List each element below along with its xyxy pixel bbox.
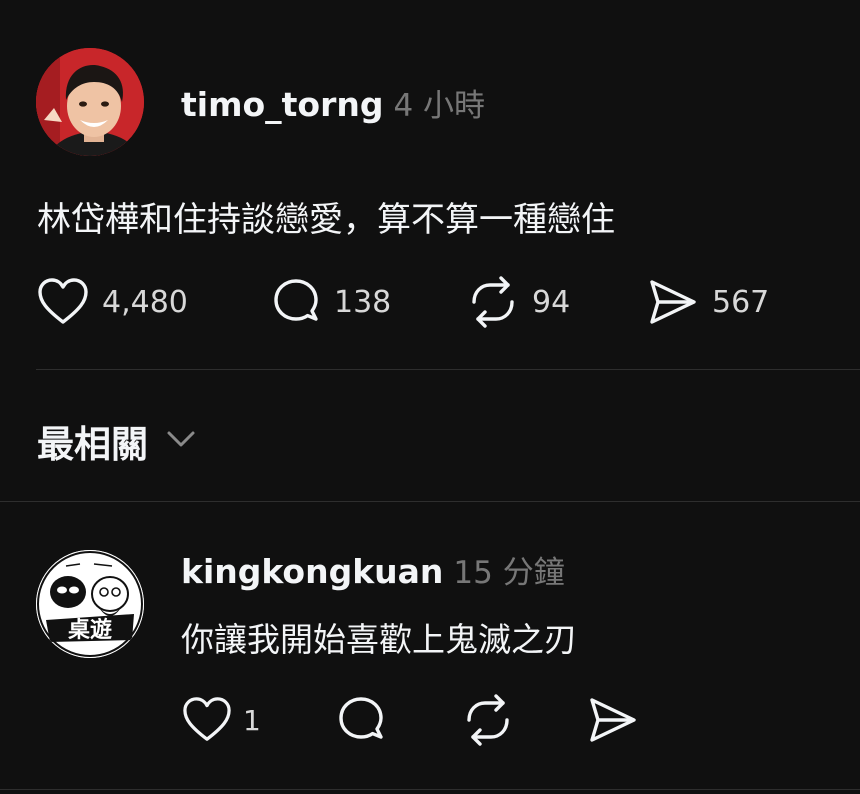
post-text: 林岱樺和住持談戀愛，算不算一種戀住	[37, 200, 615, 240]
reply-like-button[interactable]: 1	[181, 690, 261, 750]
reply-username[interactable]: kingkongkuan	[181, 552, 443, 591]
chevron-down-icon	[148, 429, 196, 453]
reply-comment-button[interactable]	[335, 690, 387, 750]
post-timestamp: 4 小時	[393, 88, 486, 124]
repost-button[interactable]: 94	[466, 272, 570, 332]
repost-count: 94	[532, 284, 571, 320]
heart-icon	[181, 696, 233, 744]
post-username[interactable]: timo_torng	[181, 85, 383, 124]
reply-repost-button[interactable]	[461, 690, 515, 750]
divider	[0, 789, 860, 790]
post-author-line: timo_torng 4 小時	[181, 80, 485, 125]
divider	[0, 501, 860, 502]
comment-icon	[270, 276, 322, 328]
share-count: 567	[712, 284, 770, 320]
send-icon	[586, 695, 640, 745]
sort-label: 最相關	[37, 423, 148, 466]
reply-actions: 1	[0, 690, 860, 750]
reply-author-avatar[interactable]: 桌遊	[36, 550, 144, 658]
post-actions: 4,480 138 94 567	[0, 272, 860, 332]
comment-count: 138	[334, 284, 392, 320]
comment-icon	[335, 694, 387, 746]
like-count: 4,480	[102, 284, 188, 320]
send-icon	[646, 277, 700, 327]
reply-share-button[interactable]	[586, 690, 640, 750]
post-author-avatar[interactable]	[36, 48, 144, 156]
repost-icon	[461, 694, 515, 746]
reply-timestamp: 15 分鐘	[453, 555, 565, 591]
comment-button[interactable]: 138	[270, 272, 391, 332]
reply-author-line: kingkongkuan 15 分鐘	[181, 547, 565, 592]
avatar-logo-text: 桌遊	[68, 617, 112, 643]
divider	[36, 369, 860, 370]
heart-icon	[36, 277, 90, 327]
threads-page: timo_torng 4 小時 林岱樺和住持談戀愛，算不算一種戀住 4,480 1	[0, 0, 860, 794]
reply-like-count: 1	[243, 703, 261, 737]
sort-dropdown[interactable]: 最相關	[37, 414, 196, 468]
share-button[interactable]: 567	[646, 272, 769, 332]
repost-icon	[466, 276, 520, 328]
like-button[interactable]: 4,480	[36, 272, 188, 332]
reply-text: 你讓我開始喜歡上鬼滅之刃	[181, 620, 577, 659]
